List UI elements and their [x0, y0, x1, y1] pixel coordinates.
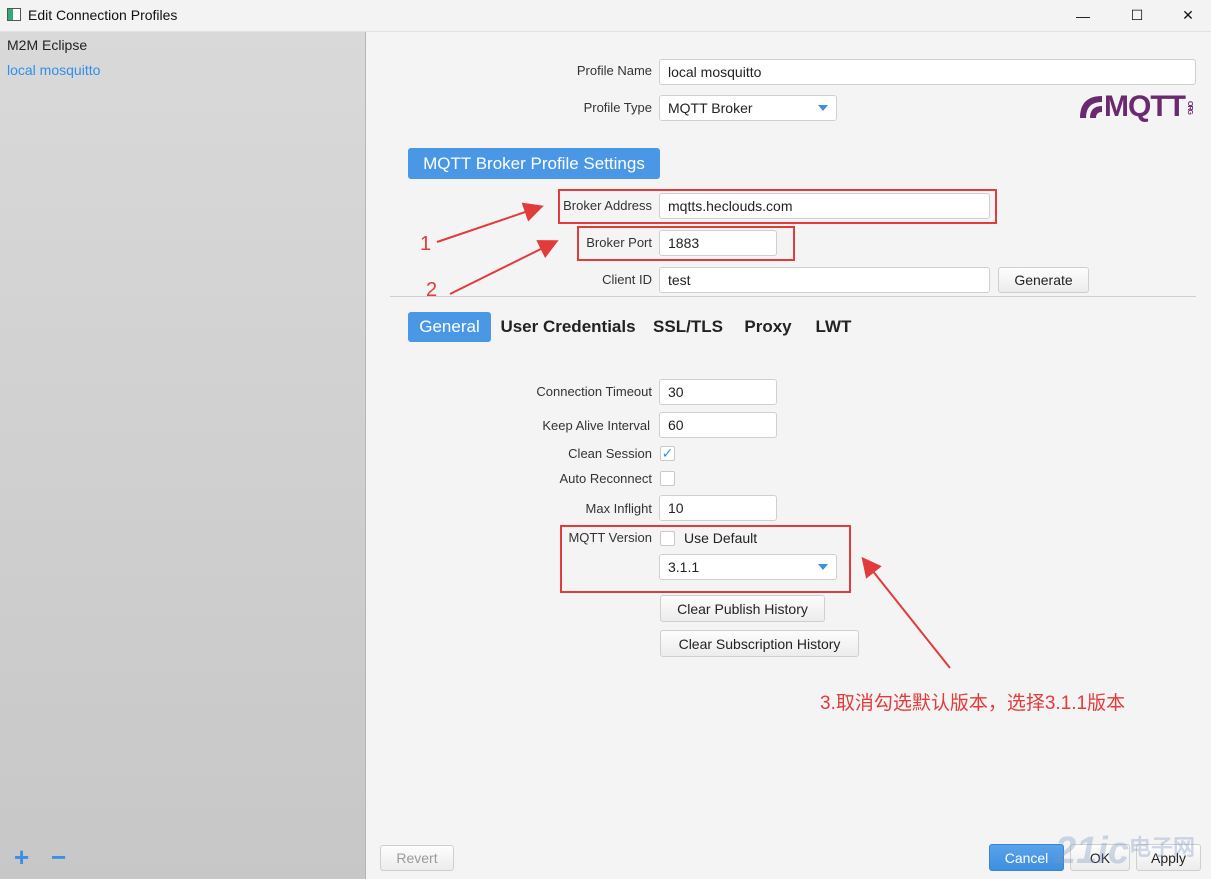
profile-item-local-mosquitto[interactable]: local mosquitto: [7, 62, 100, 78]
tab-general[interactable]: General: [408, 312, 491, 342]
section-divider: [390, 296, 1196, 297]
max-inflight-label: Max Inflight: [585, 501, 652, 516]
max-inflight-input[interactable]: 10: [659, 495, 777, 521]
clear-publish-history-button[interactable]: Clear Publish History: [660, 595, 825, 622]
annotation-number-2: 2: [426, 279, 438, 301]
close-button[interactable]: ✕: [1165, 0, 1211, 31]
annotation-number-1: 1: [420, 233, 432, 255]
profile-type-value: MQTT Broker: [668, 100, 753, 116]
connection-timeout-label: Connection Timeout: [536, 384, 652, 399]
tab-lwt[interactable]: LWT: [806, 312, 861, 342]
clear-subscription-history-button[interactable]: Clear Subscription History: [660, 630, 859, 657]
minimize-button[interactable]: —: [1060, 0, 1106, 31]
annotation-step-3: 3.取消勾选默认版本，选择3.1.1版本: [820, 693, 1126, 714]
revert-button[interactable]: Revert: [380, 845, 454, 871]
app-icon: [7, 8, 21, 21]
profile-list-sidebar: M2M Eclipse local mosquitto + −: [0, 32, 366, 879]
keep-alive-label: Keep Alive Interval: [542, 418, 650, 433]
generate-button[interactable]: Generate: [998, 267, 1089, 293]
annotation-arrows: [436, 202, 559, 295]
connection-timeout-input[interactable]: 30: [659, 379, 777, 405]
watermark-text: 21ic: [1055, 830, 1129, 872]
annotation-box-mqtt-version: [560, 525, 851, 593]
keep-alive-input[interactable]: 60: [659, 412, 777, 438]
client-id-input[interactable]: test: [659, 267, 990, 293]
annotation-box-broker-address: [558, 189, 997, 224]
auto-reconnect-checkbox[interactable]: [660, 471, 675, 486]
tab-proxy[interactable]: Proxy: [738, 312, 798, 342]
mqtt-logo: MQTT ORG: [1078, 90, 1193, 124]
profile-type-select[interactable]: MQTT Broker: [659, 95, 837, 121]
add-profile-button[interactable]: +: [14, 844, 29, 870]
arrow-1: [436, 202, 544, 243]
mqtt-logo-small: ORG: [1185, 100, 1193, 114]
mqtt-logo-text: MQTT: [1104, 90, 1186, 123]
profile-name-label: Profile Name: [576, 63, 652, 78]
arrow-2: [449, 240, 559, 295]
profile-item-m2m-eclipse[interactable]: M2M Eclipse: [7, 37, 87, 53]
tab-ssl-tls[interactable]: SSL/TLS: [646, 312, 730, 342]
auto-reconnect-label: Auto Reconnect: [559, 471, 652, 486]
cancel-button[interactable]: Cancel: [989, 844, 1064, 871]
tab-user-credentials[interactable]: User Credentials: [500, 312, 636, 342]
chevron-down-icon: [818, 105, 828, 111]
broker-settings-header: MQTT Broker Profile Settings: [408, 148, 660, 179]
profile-name-input[interactable]: local mosquitto: [659, 59, 1196, 85]
remove-profile-button[interactable]: −: [51, 844, 66, 870]
mqtt-logo-icon: [1080, 96, 1102, 118]
check-icon: ✓: [661, 445, 674, 461]
annotation-box-broker-port: [577, 226, 795, 261]
title-bar: Edit Connection Profiles — ☐ ✕: [0, 0, 1211, 32]
annotation-arrow-3: [861, 556, 951, 669]
watermark-cn: 电子网: [1128, 835, 1195, 860]
profile-type-label: Profile Type: [583, 100, 652, 115]
clean-session-label: Clean Session: [568, 446, 652, 461]
clean-session-checkbox[interactable]: ✓: [660, 445, 675, 461]
window-title: Edit Connection Profiles: [28, 7, 178, 23]
maximize-button[interactable]: ☐: [1114, 0, 1160, 31]
watermark-logo: 21ic电子网: [1055, 830, 1195, 873]
